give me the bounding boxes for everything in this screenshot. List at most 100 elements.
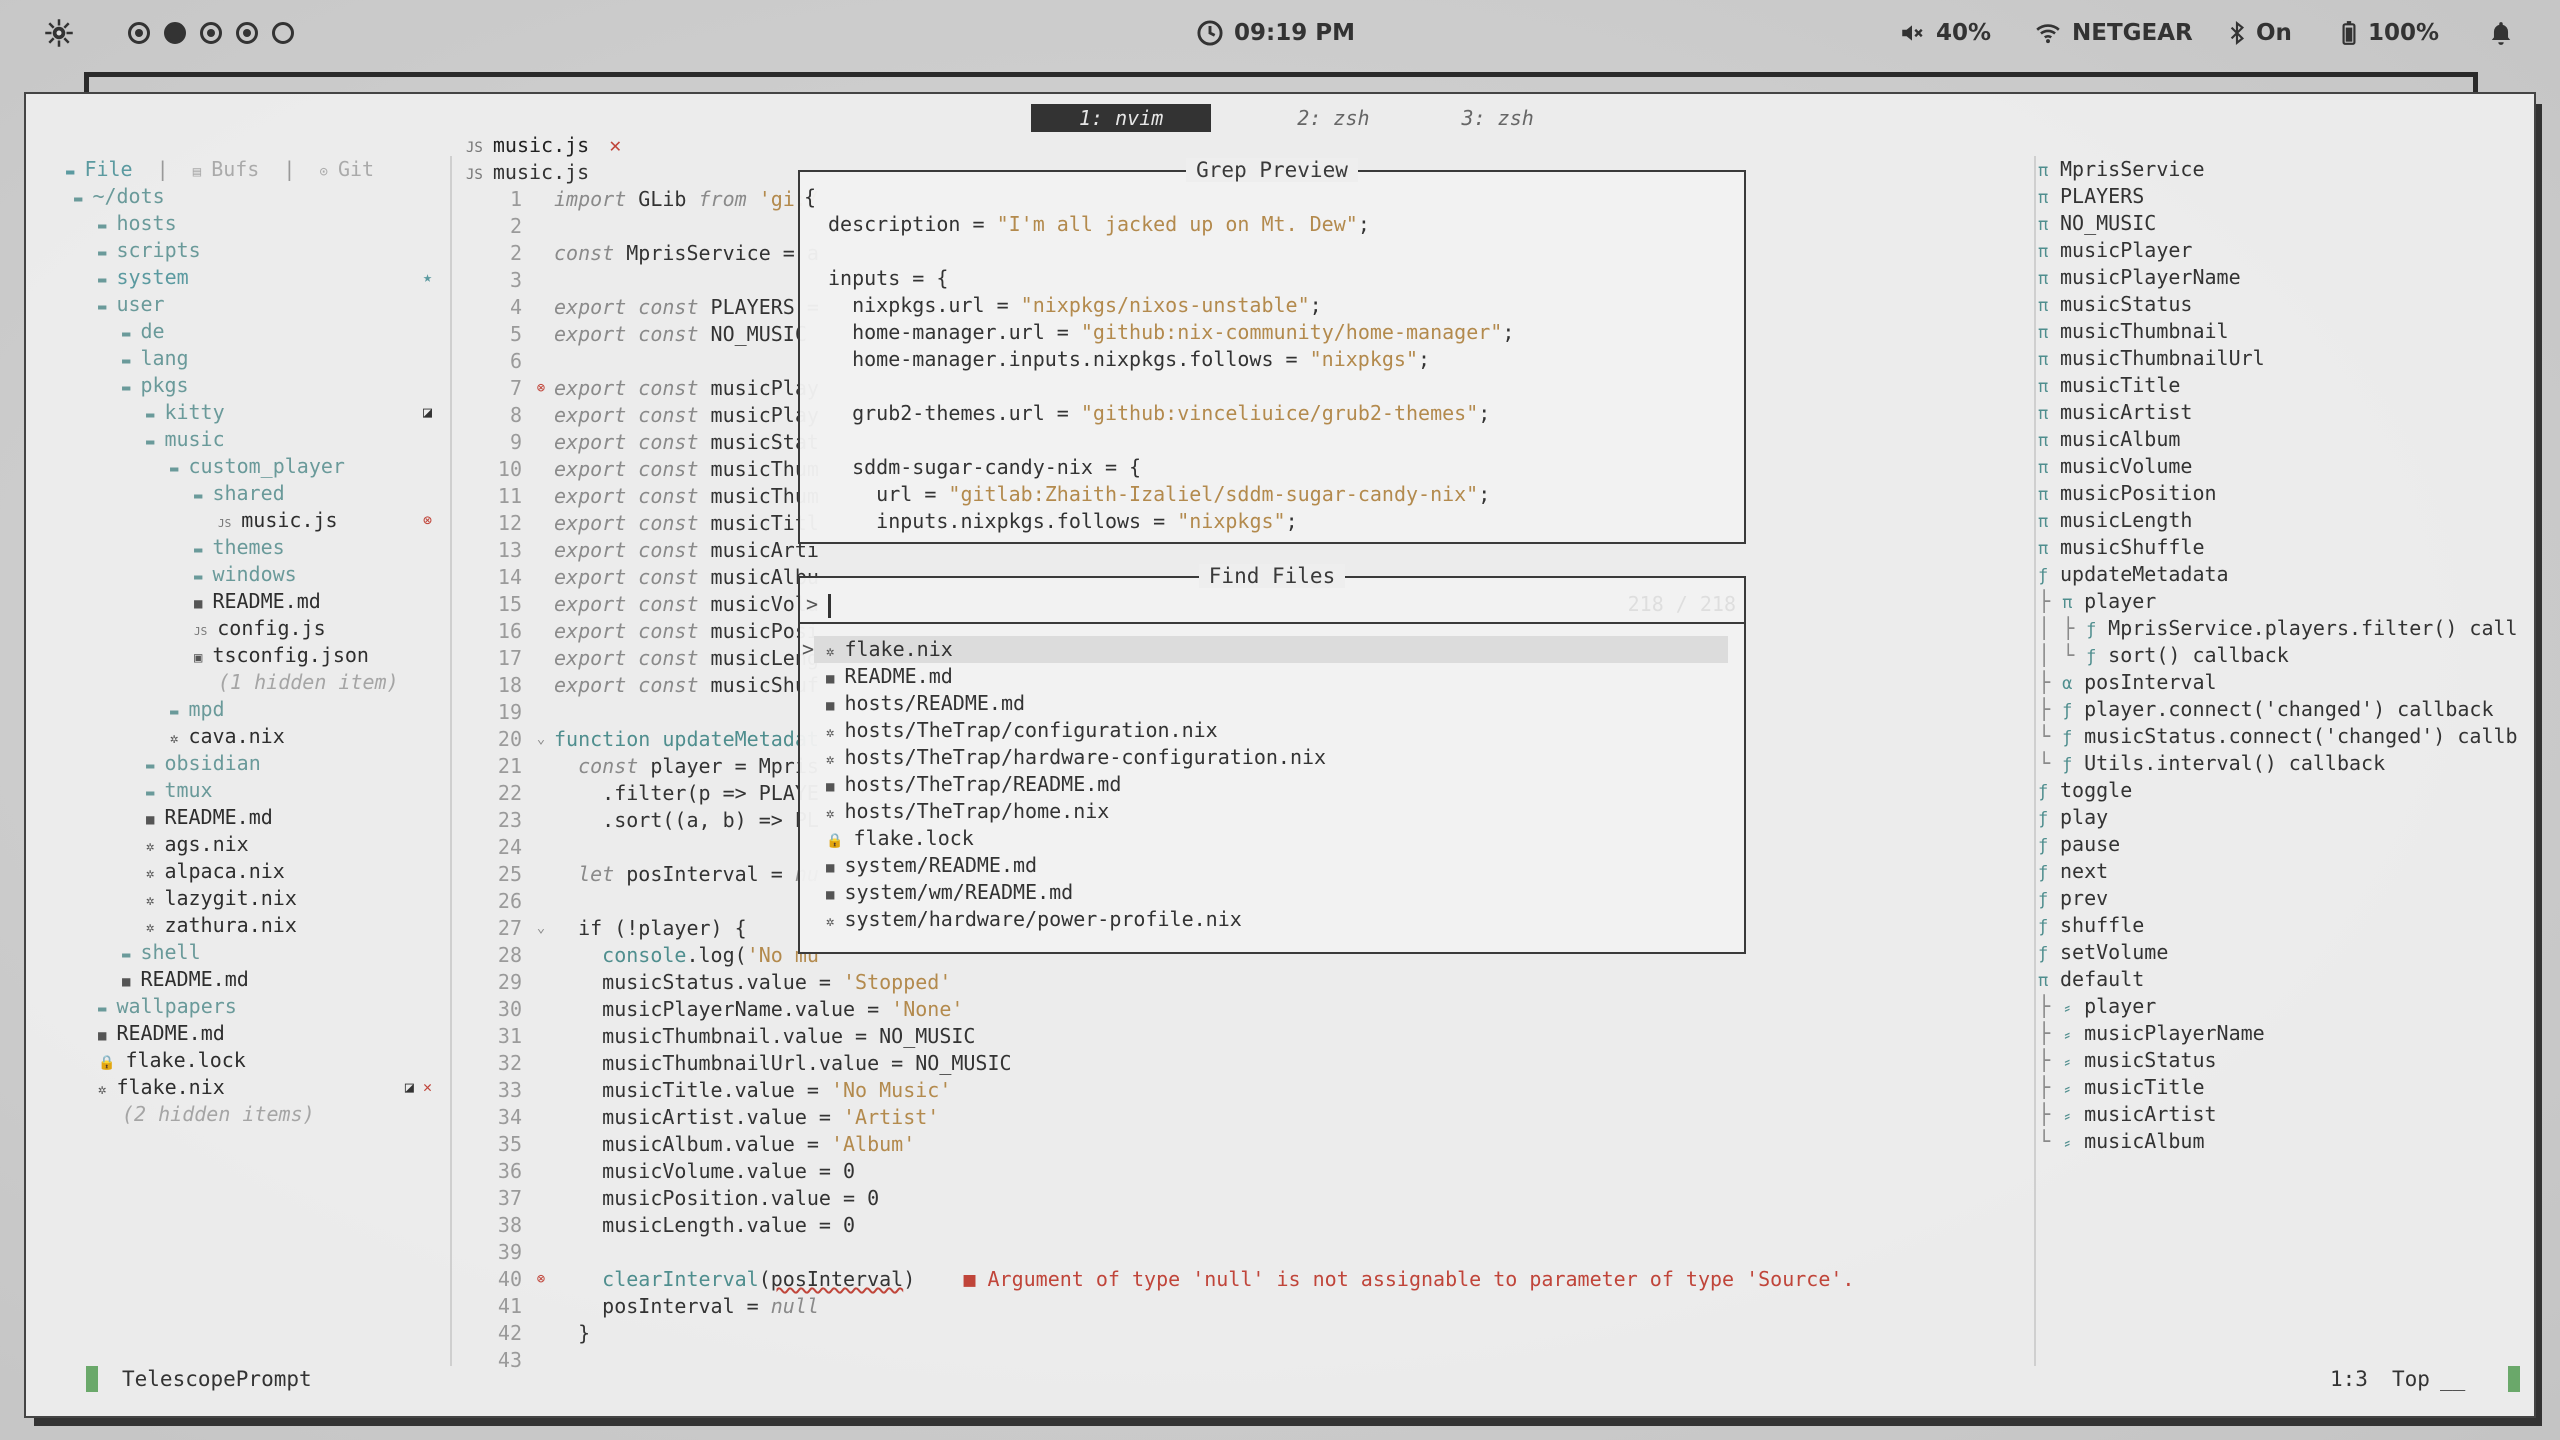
tree-file[interactable]: ✲ alpaca.nix	[66, 858, 446, 885]
clock[interactable]: 09:19 PM	[1196, 18, 1355, 48]
outline-symbol[interactable]: π musicLength	[2038, 507, 2192, 534]
battery-indicator[interactable]: 100%	[2340, 18, 2439, 48]
code-line[interactable]: export const musicAlbu	[554, 564, 819, 591]
bluetooth-indicator[interactable]: On	[2228, 18, 2292, 48]
tree-folder[interactable]: ▬ ~/dots	[66, 183, 446, 210]
outline-symbol[interactable]: ƒ toggle	[2038, 777, 2132, 804]
code-line[interactable]: export const musicArti	[554, 537, 819, 564]
code-line[interactable]: musicPlayerName.value = 'None'	[554, 996, 963, 1023]
code-line[interactable]: export const musicTitl	[554, 510, 819, 537]
tree-folder[interactable]: ▬ obsidian	[66, 750, 446, 777]
code-line[interactable]: .sort((a, b) => PL	[554, 807, 819, 834]
code-line[interactable]: export const PLAYERS =	[554, 294, 819, 321]
tree-folder[interactable]: ▬ mpd	[66, 696, 446, 723]
fold-icon[interactable]: ⌄	[528, 915, 554, 942]
tree-folder[interactable]: ▬ lang	[66, 345, 446, 372]
wifi-indicator[interactable]: NETGEAR	[2034, 18, 2193, 48]
outline-symbol[interactable]: ├ π player	[2038, 588, 2156, 615]
close-icon[interactable]: ✕	[609, 133, 621, 157]
tree-folder[interactable]: ▬ shared	[66, 480, 446, 507]
code-line[interactable]: function updateMetadat	[554, 726, 819, 753]
find-result-item[interactable]: ■ README.md	[814, 663, 1728, 690]
code-line[interactable]: export const musicStat	[554, 429, 819, 456]
tree-folder[interactable]: ▬ de	[66, 318, 446, 345]
tmux-tab-nvim[interactable]: 1: nvim	[1031, 104, 1212, 132]
tree-file[interactable]: ■ README.md	[66, 1020, 446, 1047]
find-result-item[interactable]: ✲ hosts/TheTrap/hardware-configuration.ni…	[814, 744, 1728, 771]
outline-symbol[interactable]: π musicThumbnail	[2038, 318, 2229, 345]
outline-symbol[interactable]: π musicThumbnailUrl	[2038, 345, 2265, 372]
workspace-4[interactable]	[236, 22, 258, 44]
outline-symbol[interactable]: π PLAYERS	[2038, 183, 2144, 210]
find-result-item[interactable]: ✲ hosts/TheTrap/configuration.nix	[814, 717, 1728, 744]
workspace-5[interactable]	[272, 22, 294, 44]
tree-file[interactable]: ✲ lazygit.nix	[66, 885, 446, 912]
find-result-item[interactable]: ■ hosts/TheTrap/README.md	[814, 771, 1728, 798]
outline-symbol[interactable]: π musicArtist	[2038, 399, 2192, 426]
volume-indicator[interactable]: 40%	[1898, 18, 1991, 48]
find-result-item[interactable]: > ✲ flake.nix	[802, 636, 1728, 663]
tree-folder[interactable]: ▬ themes	[66, 534, 446, 561]
code-line[interactable]: export const musicPlay	[554, 375, 819, 402]
find-result-item[interactable]: ■ system/wm/README.md	[814, 879, 1728, 906]
outline-symbol[interactable]: ├ ⸗ musicStatus	[2038, 1047, 2217, 1074]
code-line[interactable]: musicTitle.value = 'No Music'	[554, 1077, 951, 1104]
tree-folder[interactable]: ▬ music	[66, 426, 446, 453]
code-line[interactable]: musicVolume.value = 0	[554, 1158, 855, 1185]
code-line[interactable]: export const musicVolu	[554, 591, 819, 618]
tree-folder[interactable]: ▬ system ★	[66, 264, 446, 291]
code-line[interactable]: }	[554, 1320, 590, 1347]
tree-file[interactable]: ✲ zathura.nix	[66, 912, 446, 939]
code-line[interactable]: musicThumbnailUrl.value = NO_MUSIC	[554, 1050, 1011, 1077]
find-result-item[interactable]: ■ system/README.md	[814, 852, 1728, 879]
outline-symbol[interactable]: ├ ⸗ player	[2038, 993, 2156, 1020]
code-line[interactable]: musicArtist.value = 'Artist'	[554, 1104, 939, 1131]
code-line[interactable]: import GLib from 'gi:/	[554, 186, 819, 213]
outline-symbol[interactable]: π default	[2038, 966, 2144, 993]
tree-folder[interactable]: ▬ scripts	[66, 237, 446, 264]
outline-symbol[interactable]: π musicShuffle	[2038, 534, 2205, 561]
find-result-item[interactable]: ✲ hosts/TheTrap/home.nix	[814, 798, 1728, 825]
code-line[interactable]: let posInterval = nu	[554, 861, 819, 888]
outline-symbol[interactable]: └ ƒ musicStatus.connect('changed') callb	[2038, 723, 2518, 750]
code-line[interactable]: musicStatus.value = 'Stopped'	[554, 969, 951, 996]
tree-file[interactable]: ■ README.md	[66, 804, 446, 831]
tree-folder[interactable]: ▬ shell	[66, 939, 446, 966]
outline-symbol[interactable]: └ ƒ Utils.interval() callback	[2038, 750, 2385, 777]
outline-symbol[interactable]: π musicVolume	[2038, 453, 2192, 480]
tree-file[interactable]: ✲ cava.nix	[66, 723, 446, 750]
outline-symbol[interactable]: ƒ pause	[2038, 831, 2120, 858]
code-line[interactable]: export const musicPosi	[554, 618, 819, 645]
buffer-tab[interactable]: JS music.js ✕	[466, 132, 621, 159]
workspace-3[interactable]	[200, 22, 222, 44]
code-line[interactable]: export const musicShuf	[554, 672, 819, 699]
tree-folder[interactable]: ▬ wallpapers	[66, 993, 446, 1020]
tree-folder[interactable]: ▬ user	[66, 291, 446, 318]
find-result-item[interactable]: ✲ system/hardware/power-profile.nix	[814, 906, 1728, 933]
outline-symbol[interactable]: π musicStatus	[2038, 291, 2192, 318]
tree-folder[interactable]: ▬ tmux	[66, 777, 446, 804]
tree-file[interactable]: JS music.js ⊗	[66, 507, 446, 534]
outline-symbol[interactable]: ├ ⸗ musicTitle	[2038, 1074, 2205, 1101]
code-line[interactable]: musicLength.value = 0	[554, 1212, 855, 1239]
outline-symbol[interactable]: └ ⸗ musicAlbum	[2038, 1128, 2205, 1155]
outline-symbol[interactable]: π musicTitle	[2038, 372, 2180, 399]
workspace-1[interactable]	[128, 22, 150, 44]
code-line[interactable]: musicThumbnail.value = NO_MUSIC	[554, 1023, 975, 1050]
code-line[interactable]: export const musicLeng	[554, 645, 819, 672]
code-line[interactable]: export const musicPlay	[554, 402, 819, 429]
tree-folder[interactable]: ▬ kitty ◪	[66, 399, 446, 426]
search-input[interactable]	[828, 594, 831, 618]
explorer-tab-git[interactable]: ⊙ Git	[320, 157, 375, 181]
outline-symbol[interactable]: ├ ⸗ musicPlayerName	[2038, 1020, 2265, 1047]
outline-symbol[interactable]: π MprisService	[2038, 156, 2205, 183]
tree-file[interactable]: 🔒 flake.lock	[66, 1047, 446, 1074]
code-line[interactable]: posInterval = null	[554, 1293, 819, 1320]
outline-symbol[interactable]: π NO_MUSIC	[2038, 210, 2156, 237]
outline-symbol[interactable]: ƒ shuffle	[2038, 912, 2144, 939]
tree-file[interactable]: ▣ tsconfig.json	[66, 642, 446, 669]
outline-symbol[interactable]: ƒ next	[2038, 858, 2108, 885]
code-line[interactable]: musicPosition.value = 0	[554, 1185, 879, 1212]
code-line[interactable]: if (!player) {	[554, 915, 747, 942]
outline-symbol[interactable]: ƒ setVolume	[2038, 939, 2168, 966]
